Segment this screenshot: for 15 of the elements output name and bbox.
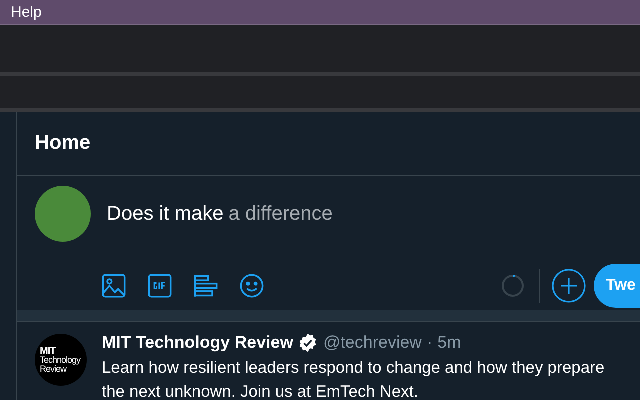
page-title: Home [35,132,91,155]
tweet-time[interactable]: 5m [438,333,462,353]
tweet-text: Learn how resilient leaders respond to change and how they prepare the next unknown. Join us at EmTech Next. [102,358,605,400]
author-handle[interactable]: @techreview [323,333,422,353]
menu-item[interactable]: Help [11,4,42,20]
profile-logo: MIT Technology Review [35,334,87,386]
add-icon[interactable] [552,269,586,303]
author-name[interactable]: MIT Technology Review [102,333,294,353]
poll-icon[interactable] [193,273,219,299]
tweet-input-field[interactable]: Does it make a difference [107,202,333,226]
emoji-icon[interactable] [239,273,265,299]
image-icon[interactable] [101,273,127,299]
character-counter-icon [501,274,525,298]
separator-dot: · [426,333,433,353]
gif-icon[interactable] [147,273,173,299]
